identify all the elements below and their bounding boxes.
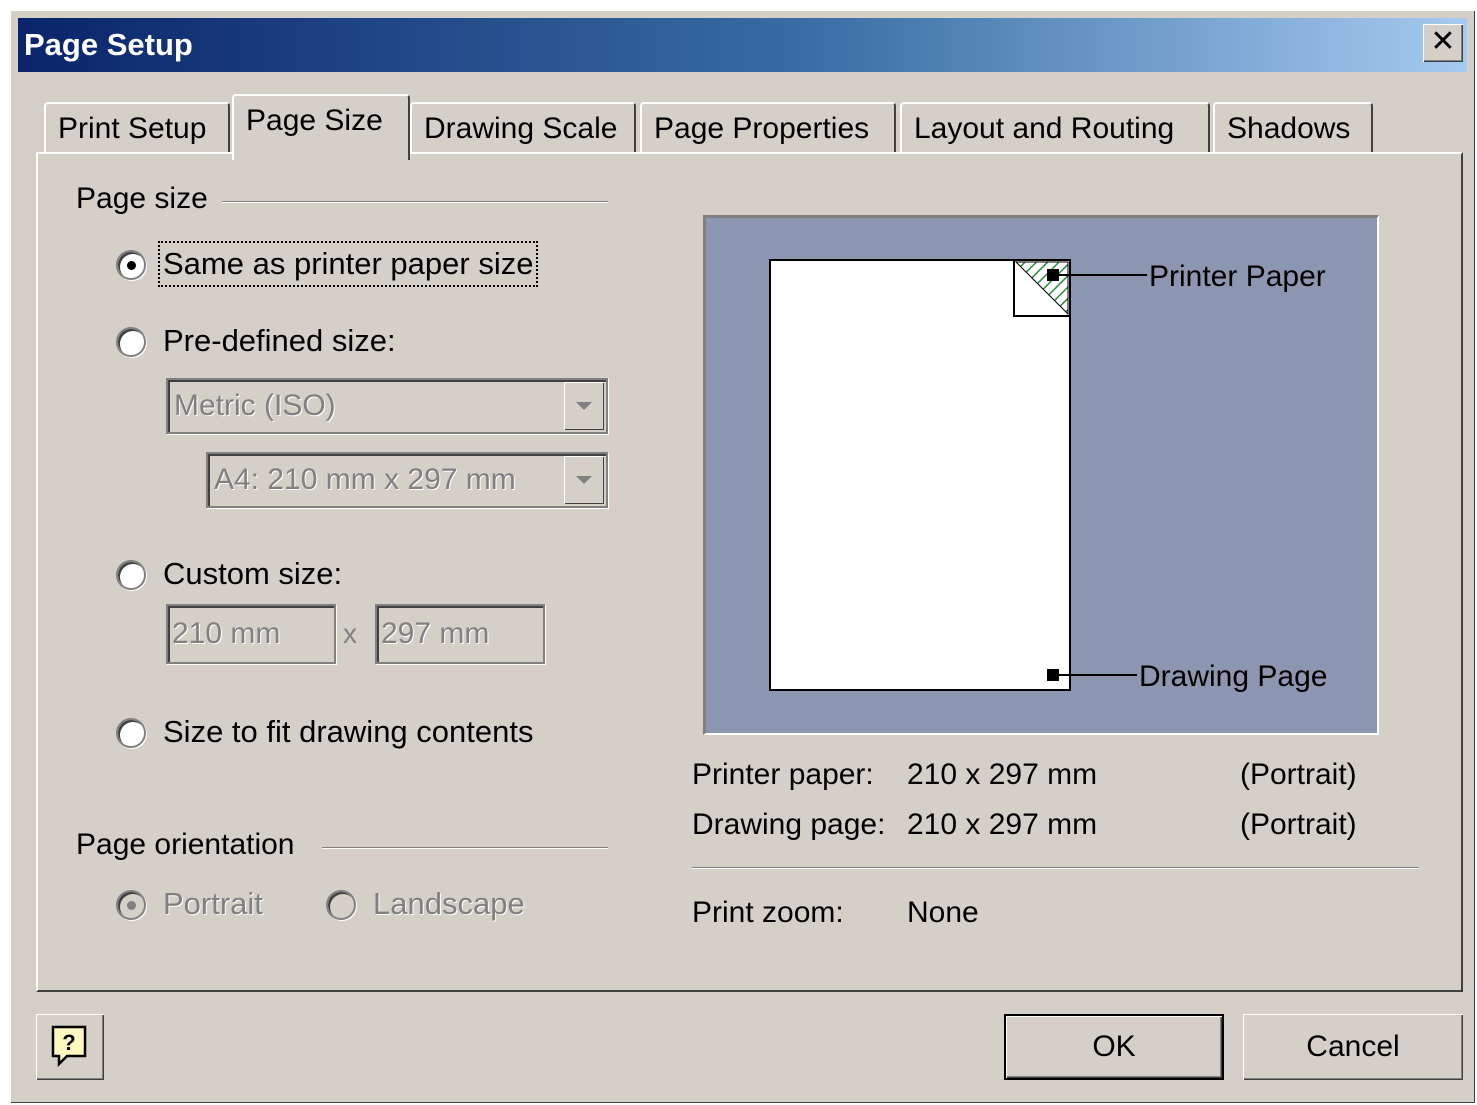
page-size-group-line	[222, 201, 608, 203]
cancel-button[interactable]: Cancel	[1243, 1014, 1463, 1080]
printer-paper-orientation: (Portrait)	[1240, 758, 1357, 791]
tab-label: Page Properties	[654, 112, 870, 145]
orientation-group-label: Page orientation	[76, 828, 305, 862]
svg-text:?: ?	[62, 1030, 75, 1055]
drawing-page-marker	[1047, 669, 1059, 681]
close-icon: ✕	[1430, 25, 1456, 58]
custom-width-value: 210 mm	[172, 617, 281, 650]
custom-height-value: 297 mm	[381, 617, 490, 650]
title-bar: Page Setup ✕	[18, 18, 1467, 72]
ok-button-label: OK	[1092, 1030, 1136, 1063]
predefined-size-select[interactable]: A4: 210 mm x 297 mm	[206, 452, 608, 508]
drawing-page-rect	[769, 259, 1071, 691]
chevron-down-icon[interactable]	[564, 456, 604, 504]
label-same-as-printer[interactable]: Same as printer paper size	[157, 241, 539, 287]
window-title: Page Setup	[24, 27, 193, 62]
tab-drawing-scale[interactable]: Drawing Scale	[410, 102, 636, 156]
label-predefined-size[interactable]: Pre-defined size:	[163, 323, 396, 359]
custom-height-input[interactable]: 297 mm	[375, 604, 545, 664]
help-icon: ?	[51, 1025, 87, 1068]
custom-width-input[interactable]: 210 mm	[166, 604, 336, 664]
drawing-page-orientation: (Portrait)	[1240, 808, 1357, 841]
tab-layout-and-routing[interactable]: Layout and Routing	[900, 102, 1210, 156]
drawing-page-callout: Drawing Page	[1139, 660, 1328, 693]
radio-portrait[interactable]	[116, 890, 146, 920]
tab-label: Print Setup	[58, 112, 207, 145]
printer-paper-info-value: 210 x 297 mm	[907, 758, 1098, 791]
radio-custom-size[interactable]	[116, 560, 146, 590]
tab-label: Page Size	[246, 104, 383, 137]
print-zoom-value: None	[907, 896, 979, 929]
ok-button[interactable]: OK	[1004, 1014, 1224, 1080]
predefined-standard-value: Metric (ISO)	[174, 389, 336, 422]
page-size-group-label: Page size	[76, 182, 218, 216]
tab-label: Layout and Routing	[914, 112, 1175, 145]
predefined-size-value: A4: 210 mm x 297 mm	[214, 463, 516, 496]
tab-label: Drawing Scale	[424, 112, 618, 145]
label-size-to-fit[interactable]: Size to fit drawing contents	[163, 714, 533, 750]
printer-paper-marker	[1047, 269, 1059, 281]
label-portrait[interactable]: Portrait	[163, 886, 263, 922]
tab-page-properties[interactable]: Page Properties	[640, 102, 896, 156]
tab-print-setup[interactable]: Print Setup	[44, 102, 230, 156]
print-zoom-label: Print zoom:	[692, 896, 844, 929]
radio-landscape[interactable]	[326, 890, 356, 920]
predefined-standard-select[interactable]: Metric (ISO)	[166, 378, 608, 434]
preview-diagram	[769, 259, 1147, 691]
page-setup-dialog: Page Setup ✕ Print Setup Page Size Drawi…	[10, 10, 1475, 1103]
radio-predefined-size[interactable]	[116, 327, 146, 357]
tab-page-size[interactable]: Page Size	[232, 94, 410, 160]
tab-label: Shadows	[1227, 112, 1351, 145]
radio-size-to-fit[interactable]	[116, 718, 146, 748]
printer-paper-info-label: Printer paper:	[692, 758, 874, 791]
drawing-page-info-value: 210 x 297 mm	[907, 808, 1098, 841]
orientation-group-line	[322, 847, 608, 849]
info-divider	[692, 867, 1419, 869]
custom-size-separator: x	[343, 618, 357, 649]
radio-same-as-printer[interactable]	[116, 250, 146, 280]
cancel-button-label: Cancel	[1306, 1030, 1400, 1063]
close-button[interactable]: ✕	[1423, 24, 1463, 62]
drawing-page-info-label: Drawing page:	[692, 808, 886, 841]
tab-shadows[interactable]: Shadows	[1213, 102, 1373, 156]
page-preview: Printer Paper Drawing Page	[703, 215, 1379, 735]
chevron-down-icon[interactable]	[564, 382, 604, 430]
label-landscape[interactable]: Landscape	[373, 886, 525, 922]
printer-paper-callout: Printer Paper	[1149, 260, 1326, 293]
label-custom-size[interactable]: Custom size:	[163, 556, 342, 592]
help-button[interactable]: ?	[36, 1014, 104, 1080]
